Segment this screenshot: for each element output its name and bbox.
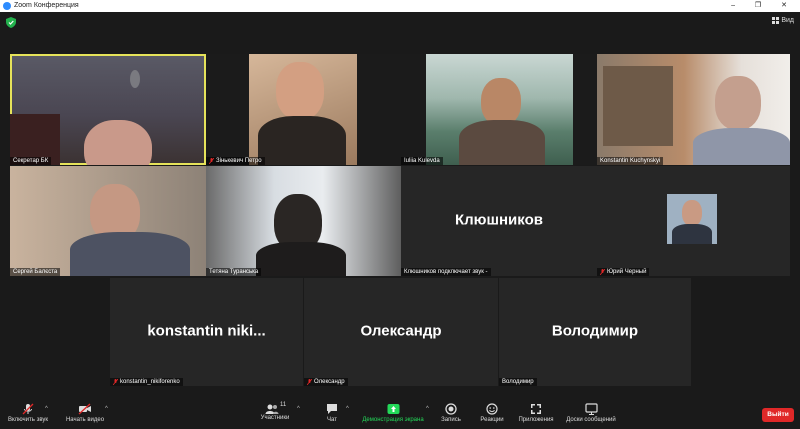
muted-microphone-icon [22,403,34,415]
whiteboard-icon [584,403,598,415]
share-options-caret[interactable]: ^ [426,406,429,412]
shield-icon[interactable] [6,17,16,28]
record-icon [445,403,457,415]
participant-display-name: konstantin niki... [147,322,266,340]
apps-button[interactable]: Приложения [514,403,558,423]
start-video-button[interactable]: Начать видео [62,403,108,423]
chat-options-caret[interactable]: ^ [346,406,349,412]
participants-icon [265,404,279,414]
record-button[interactable]: Запись [436,403,466,423]
participant-name: konstantin_nikiforenko [110,378,183,386]
window-title: Zoom Конференция [14,2,79,9]
muted-mic-icon [113,379,118,385]
start-video-label: Начать видео [65,417,105,423]
record-label: Запись [441,417,461,423]
participants-icon-wrap: 11 [265,402,287,415]
muted-mic-icon [209,158,214,164]
video-tile-5[interactable]: Сергей Балєста [10,166,206,276]
smiley-icon [486,403,498,415]
view-button[interactable]: Вид [772,17,794,24]
video-tile-4[interactable]: Konstantin Kuchynskyi [597,54,790,165]
profile-picture [667,194,717,244]
video-tile-9[interactable]: konstantin niki... konstantin_nikiforenk… [110,278,303,386]
video-off-icon [78,403,91,415]
participant-display-name: Клюшников [455,211,543,229]
person-shirt [70,232,190,276]
chat-button[interactable]: Чат [318,403,346,423]
leave-meeting-button[interactable]: Выйти [762,408,794,422]
share-screen-button[interactable]: Демонстрация экрана [358,403,428,423]
reactions-label: Реакции [480,417,504,423]
participant-name: Секретар БК [10,157,52,165]
video-tile-6[interactable]: Тетяна Туранська [206,166,401,276]
participant-name: Зінькевич Петро [206,157,265,165]
person-jacket [258,116,346,165]
ceiling-lamp [130,70,140,88]
participant-name: Володимир [499,378,537,386]
whiteboards-label: Доски сообщений [566,417,616,423]
video-options-caret[interactable]: ^ [105,406,108,412]
person-silhouette [84,120,152,165]
bookshelf [603,66,673,146]
participant-name: Тетяна Туранська [206,268,262,276]
share-screen-label: Демонстрация экрана [362,417,424,423]
person-face [276,62,324,120]
video-tile-11[interactable]: Володимир Володимир [499,278,691,386]
person-face [481,78,521,126]
video-tile-10[interactable]: Олександр Олександр [304,278,498,386]
audio-options-caret[interactable]: ^ [45,406,48,412]
video-tile-7[interactable]: Клюшников Клюшников подключает звук - [401,166,597,276]
chat-label: Чат [327,417,337,423]
participant-name: Олександр [304,378,348,386]
participants-options-caret[interactable]: ^ [297,406,300,412]
window-controls[interactable]: – ❐ ✕ [731,0,796,12]
share-screen-icon [387,404,399,414]
muted-mic-icon [600,269,605,275]
participant-name: Юрий Черный [597,268,650,276]
zoom-logo-icon [3,2,11,10]
unmute-label: Включить звук [7,417,48,423]
muted-mic-icon [307,379,312,385]
participants-label: Участники [260,415,290,421]
unmute-button[interactable]: Включить звук [6,403,50,423]
whiteboards-button[interactable]: Доски сообщений [562,403,620,423]
video-tile-3[interactable]: Iuliia Kulevda [401,54,597,165]
participants-count: 11 [280,402,287,408]
reactions-button[interactable]: Реакции [476,403,508,423]
person-face [715,76,761,130]
video-tile-1[interactable]: Секретар БК [10,54,206,165]
video-tile-8[interactable]: Юрий Черный [597,166,790,276]
view-label: Вид [781,17,794,24]
person-sweater [459,120,545,165]
apps-label: Приложения [518,417,554,423]
participants-button[interactable]: 11 Участники [255,402,295,421]
participant-display-name: Володимир [551,322,639,340]
participant-name: Iuliia Kulevda [401,157,443,165]
participant-name: Сергей Балєста [10,268,61,276]
participant-display-name: Олександр [360,322,442,340]
participant-name: Клюшников подключает звук - [401,268,491,276]
participant-name: Konstantin Kuchynskyi [597,157,664,165]
grid-icon [772,17,780,24]
window-titlebar: Zoom Конференция – ❐ ✕ [0,0,800,12]
video-tile-2[interactable]: Зінькевич Петро [206,54,401,165]
chat-icon [327,404,337,414]
person-body [256,242,346,276]
person-shirt [693,128,790,165]
apps-icon [531,404,541,414]
meeting-topbar [0,12,800,34]
